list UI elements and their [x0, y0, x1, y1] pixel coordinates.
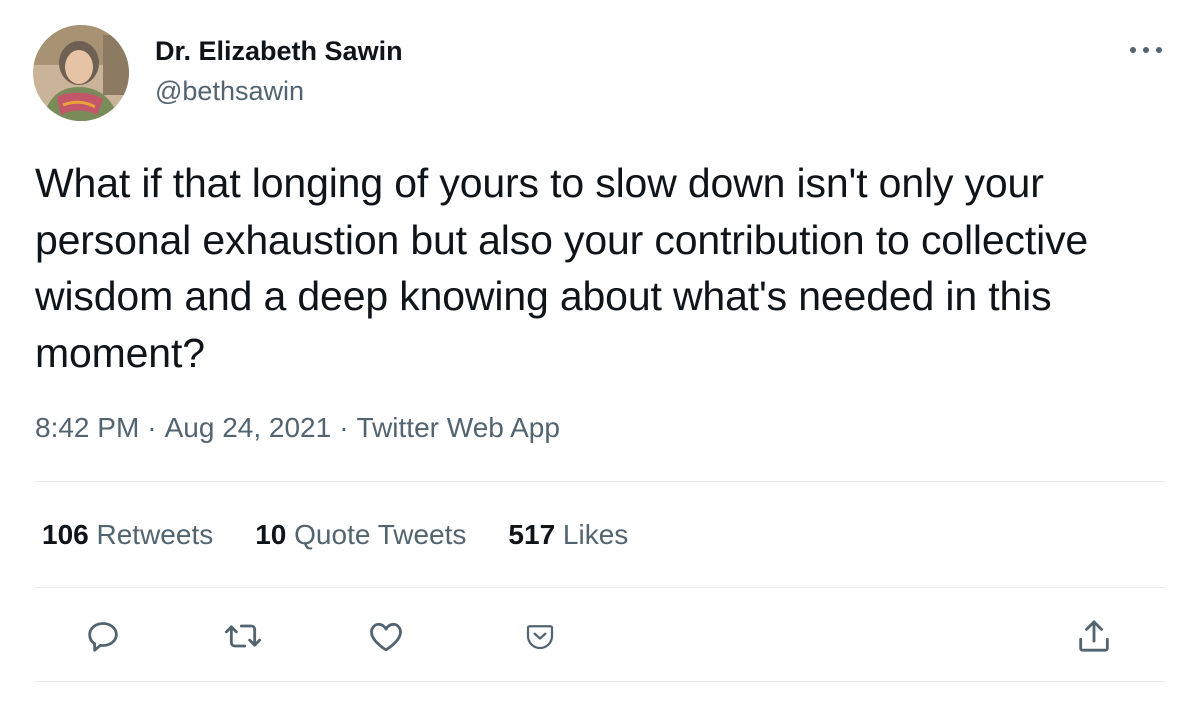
- tweet-time: 8:42 PM: [35, 412, 140, 443]
- author-handle[interactable]: @bethsawin: [155, 74, 403, 108]
- bookmark-icon: [526, 625, 554, 650]
- likes-label: Likes: [562, 519, 629, 550]
- like-button[interactable]: [362, 612, 410, 660]
- meta-separator: ·: [147, 412, 157, 443]
- likes-count: 517: [508, 519, 556, 550]
- meta-separator: ·: [339, 412, 349, 443]
- quote-tweets-stat[interactable]: 10 Quote Tweets: [255, 516, 466, 554]
- more-options-icon: [1130, 47, 1162, 53]
- profile-photo-icon: [33, 25, 129, 121]
- like-icon: [370, 622, 402, 652]
- retweets-count: 106: [42, 519, 89, 550]
- retweet-icon: [224, 624, 262, 648]
- reply-icon: [88, 622, 118, 652]
- tweet-text: What if that longing of yours to slow do…: [35, 160, 1089, 376]
- quote-tweets-label: Quote Tweets: [294, 519, 467, 550]
- tweet-date: Aug 24, 2021: [164, 412, 332, 443]
- tweet-source-link[interactable]: Twitter Web App: [357, 412, 560, 443]
- retweet-button[interactable]: [219, 612, 267, 660]
- bookmark-button[interactable]: [516, 612, 564, 660]
- author-info: Dr. Elizabeth Sawin @bethsawin: [155, 34, 403, 108]
- retweets-stat[interactable]: 106 Retweets: [42, 516, 213, 554]
- reply-button[interactable]: [79, 612, 127, 660]
- divider: [35, 481, 1165, 482]
- share-icon: [1079, 620, 1109, 652]
- more-options-button[interactable]: [1126, 36, 1166, 64]
- divider: [35, 681, 1165, 682]
- avatar[interactable]: [33, 25, 129, 121]
- share-button[interactable]: [1070, 612, 1118, 660]
- divider: [35, 587, 1165, 588]
- tweet-card: Dr. Elizabeth Sawin @bethsawin What if t…: [0, 0, 1190, 705]
- tweet-time-link[interactable]: 8:42 PM · Aug 24, 2021: [35, 412, 331, 443]
- retweets-label: Retweets: [96, 519, 214, 550]
- quote-tweets-count: 10: [255, 519, 287, 550]
- likes-stat[interactable]: 517 Likes: [508, 516, 628, 554]
- tweet-stats: 106 Retweets 10 Quote Tweets 517 Likes: [42, 516, 670, 554]
- tweet-metadata: 8:42 PM · Aug 24, 2021 · Twitter Web App: [35, 410, 560, 446]
- author-display-name[interactable]: Dr. Elizabeth Sawin: [155, 34, 403, 68]
